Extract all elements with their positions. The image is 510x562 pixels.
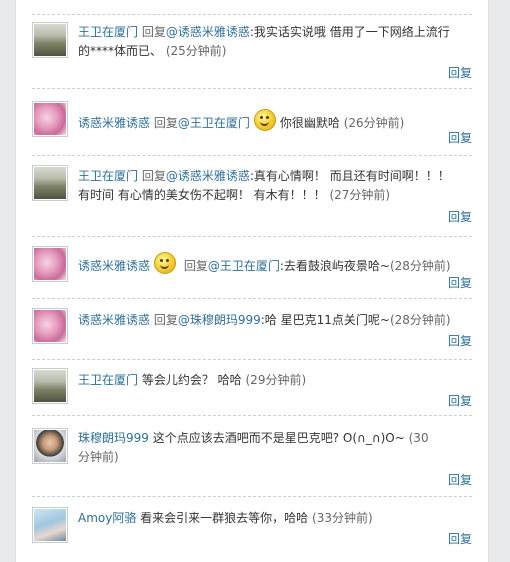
timestamp: (27分钟前)	[329, 188, 391, 202]
reply-button[interactable]: 回复	[448, 392, 472, 409]
commenter-name-link[interactable]: 王卫在厦门	[78, 25, 138, 39]
reply-button[interactable]: 回复	[448, 64, 472, 81]
comment-content: 看来会引来一群狼去等你，哈哈	[140, 511, 309, 525]
mention-link[interactable]: @王卫在厦门	[208, 259, 280, 273]
reply-word: 回复	[141, 169, 166, 183]
comment-text: 诱惑米雅诱惑 回复@珠穆朗玛999:哈 星巴克11点关门呢~(28分钟前)	[78, 311, 458, 330]
avatar[interactable]	[32, 165, 68, 201]
smile-emoji-icon	[154, 252, 177, 274]
reply-button[interactable]: 回复	[448, 471, 472, 488]
comment-item: 王卫在厦门 回复@诱惑米雅诱惑:我实话实说哦 借用了一下网络上流行的****体而…	[32, 22, 472, 84]
avatar[interactable]	[32, 22, 68, 58]
avatar[interactable]	[32, 428, 68, 464]
reply-button[interactable]: 回复	[448, 129, 472, 146]
comment-item: 王卫在厦门 回复@诱惑米雅诱惑:真有心情啊！ 而且还有时间啊！！！ 有时间 有心…	[32, 165, 472, 225]
reply-button[interactable]: 回复	[448, 530, 472, 547]
reply-word: 回复	[153, 313, 178, 327]
comment-item: 诱惑米雅诱惑 回复@王卫在厦门:去看鼓浪屿夜景哈~(28分钟前) 回复	[32, 246, 472, 292]
commenter-name-link[interactable]: 王卫在厦门	[78, 169, 138, 183]
mention-link[interactable]: @诱惑米雅诱惑	[166, 25, 250, 39]
divider	[32, 359, 472, 360]
city-avatar-image	[34, 167, 66, 199]
divider	[32, 496, 472, 497]
commenter-name-link[interactable]: 诱惑米雅诱惑	[78, 313, 150, 327]
man-avatar-image	[34, 430, 66, 462]
commenter-name-link[interactable]: 王卫在厦门	[78, 373, 138, 387]
divider	[32, 298, 472, 299]
city-avatar-image	[34, 24, 66, 56]
comment-item: 诱惑米雅诱惑 回复@王卫在厦门 你很幽默哈 (26分钟前) 回复	[32, 101, 472, 147]
pink-flower-avatar-image	[34, 310, 66, 342]
comment-content: 等会儿约会？ 哈哈	[141, 373, 242, 387]
avatar[interactable]	[32, 246, 68, 282]
reply-word: 回复	[183, 259, 208, 273]
comment-item: 珠穆朗玛999 这个点应该去酒吧而不是星巴克吧? O(∩_∩)O~ (30分钟前…	[32, 428, 472, 488]
comment-content: 你很幽默哈	[279, 116, 340, 130]
commenter-name-link[interactable]: Amoy阿骆	[78, 511, 136, 525]
divider	[32, 415, 472, 416]
divider	[32, 155, 472, 156]
reply-word: 回复	[153, 116, 178, 130]
comment-content: :去看鼓浪屿夜景哈~	[279, 259, 390, 273]
comment-text: 诱惑米雅诱惑 回复@王卫在厦门:去看鼓浪屿夜景哈~(28分钟前)	[78, 252, 458, 276]
girl-avatar-image	[34, 509, 66, 541]
reply-word: 回复	[141, 25, 166, 39]
avatar[interactable]	[32, 101, 68, 137]
comment-text: 珠穆朗玛999 这个点应该去酒吧而不是星巴克吧? O(∩_∩)O~ (30分钟前…	[78, 429, 438, 467]
avatar[interactable]	[32, 368, 68, 404]
comment-item: 诱惑米雅诱惑 回复@珠穆朗玛999:哈 星巴克11点关门呢~(28分钟前) 回复	[32, 308, 472, 350]
comment-item: Amoy阿骆 看来会引来一群狼去等你，哈哈 (33分钟前) 回复	[32, 507, 472, 549]
city-avatar-image	[34, 370, 66, 402]
comment-text: 王卫在厦门 回复@诱惑米雅诱惑:我实话实说哦 借用了一下网络上流行的****体而…	[78, 23, 458, 61]
divider	[32, 14, 472, 15]
comment-content: :哈 星巴克11点关门呢~	[260, 313, 390, 327]
avatar[interactable]	[32, 507, 68, 543]
comment-text: Amoy阿骆 看来会引来一群狼去等你，哈哈 (33分钟前)	[78, 509, 458, 528]
avatar[interactable]	[32, 308, 68, 344]
comment-item: 王卫在厦门 等会儿约会？ 哈哈 (29分钟前) 回复	[32, 368, 472, 408]
pink-flower-avatar-image	[34, 103, 66, 135]
comment-text: 诱惑米雅诱惑 回复@王卫在厦门 你很幽默哈 (26分钟前)	[78, 109, 458, 133]
timestamp: (33分钟前)	[312, 511, 373, 525]
comment-content: 这个点应该去酒吧而不是星巴克吧? O(∩_∩)O~	[152, 431, 405, 445]
timestamp: (28分钟前)	[389, 313, 451, 327]
pink-flower-avatar-image	[34, 248, 66, 280]
divider	[32, 88, 472, 89]
commenter-name-link[interactable]: 诱惑米雅诱惑	[78, 259, 150, 273]
commenter-name-link[interactable]: 诱惑米雅诱惑	[78, 116, 150, 130]
timestamp: (26分钟前)	[343, 116, 405, 130]
comment-text: 王卫在厦门 等会儿约会？ 哈哈 (29分钟前)	[78, 371, 458, 390]
commenter-name-link[interactable]: 珠穆朗玛999	[78, 431, 149, 445]
reply-button[interactable]: 回复	[448, 208, 472, 225]
reply-button[interactable]: 回复	[448, 274, 472, 291]
timestamp: (29分钟前)	[245, 373, 307, 387]
timestamp: (25分钟前)	[165, 44, 227, 58]
comment-panel: 王卫在厦门 回复@诱惑米雅诱惑:我实话实说哦 借用了一下网络上流行的****体而…	[15, 0, 489, 562]
timestamp: (28分钟前)	[389, 259, 451, 273]
mention-link[interactable]: @王卫在厦门	[178, 116, 250, 130]
comment-text: 王卫在厦门 回复@诱惑米雅诱惑:真有心情啊！ 而且还有时间啊！！！ 有时间 有心…	[78, 167, 458, 205]
mention-link[interactable]: @诱惑米雅诱惑	[166, 169, 250, 183]
grin-emoji-icon	[253, 109, 276, 131]
reply-button[interactable]: 回复	[448, 332, 472, 349]
mention-link[interactable]: @珠穆朗玛999	[178, 313, 261, 327]
divider	[32, 236, 472, 237]
